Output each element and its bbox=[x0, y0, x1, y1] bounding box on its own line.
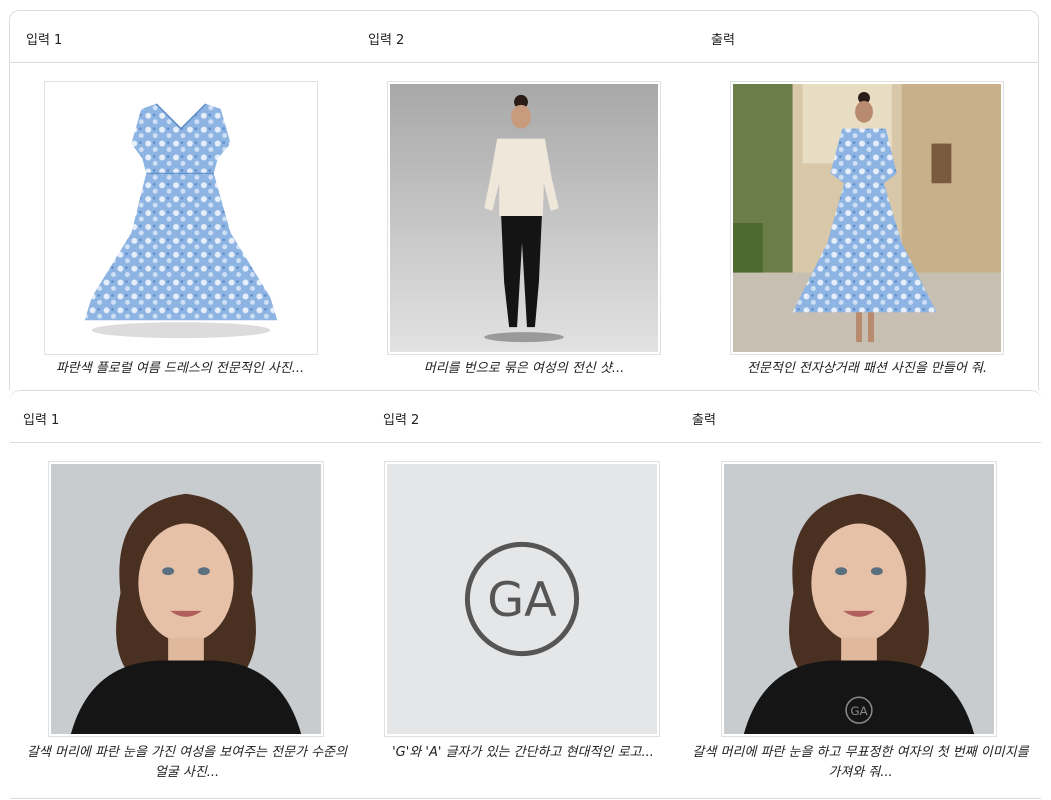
comparison-panel-1: 입력 1 입력 2 출력 파란색 플로럴 여름 드레스의 전문적인 사진... … bbox=[9, 10, 1039, 390]
panel-1-header: 입력 1 입력 2 출력 bbox=[10, 11, 1038, 63]
woman-fullbody-image[interactable] bbox=[387, 81, 661, 355]
woman-dress-street-illustration bbox=[733, 84, 1001, 352]
header-input-2: 입력 2 bbox=[368, 33, 405, 48]
header-input-1: 입력 1 bbox=[23, 413, 60, 428]
caption-input-1: 갈색 머리에 파란 눈을 가진 여성을 보여주는 전문가 수준의 얼굴 사진..… bbox=[26, 745, 348, 780]
portrait-image[interactable] bbox=[48, 461, 324, 737]
output-portrait-image[interactable]: GA bbox=[721, 461, 997, 737]
logo-text: GA bbox=[487, 573, 557, 628]
caption-input-2: 머리를 번으로 묶은 여성의 전신 샷... bbox=[423, 361, 625, 376]
blue-floral-dress-illustration bbox=[47, 84, 315, 352]
dress-image[interactable] bbox=[44, 81, 318, 355]
ga-logo-illustration: GA bbox=[387, 464, 657, 734]
shirt-logo-text: GA bbox=[850, 704, 868, 718]
output-fashion-image[interactable] bbox=[730, 81, 1004, 355]
woman-portrait-with-logo-illustration: GA bbox=[724, 464, 994, 734]
woman-standing-illustration bbox=[390, 84, 658, 352]
caption-input-1: 파란색 플로럴 여름 드레스의 전문적인 사진... bbox=[55, 361, 305, 376]
caption-output: 전문적인 전자상거래 패션 사진을 만들어 줘. bbox=[746, 361, 988, 376]
header-output: 출력 bbox=[692, 413, 716, 428]
caption-output: 갈색 머리에 파란 눈을 하고 무표정한 여자의 첫 번째 이미지를 가져와 줘… bbox=[692, 745, 1029, 780]
panel-2-header: 입력 1 입력 2 출력 bbox=[10, 391, 1041, 443]
header-output: 출력 bbox=[711, 33, 735, 48]
header-input-1: 입력 1 bbox=[26, 33, 63, 48]
logo-image[interactable]: GA bbox=[384, 461, 660, 737]
caption-input-2: 'G'와 'A' 글자가 있는 간단하고 현대적인 로고... bbox=[392, 745, 654, 760]
bottom-divider bbox=[10, 798, 1041, 799]
woman-portrait-illustration bbox=[51, 464, 321, 734]
comparison-panel-2: 입력 1 입력 2 출력 GA GA 갈색 머리에 파란 눈을 가진 여성을 보… bbox=[10, 390, 1041, 800]
header-input-2: 입력 2 bbox=[383, 413, 420, 428]
